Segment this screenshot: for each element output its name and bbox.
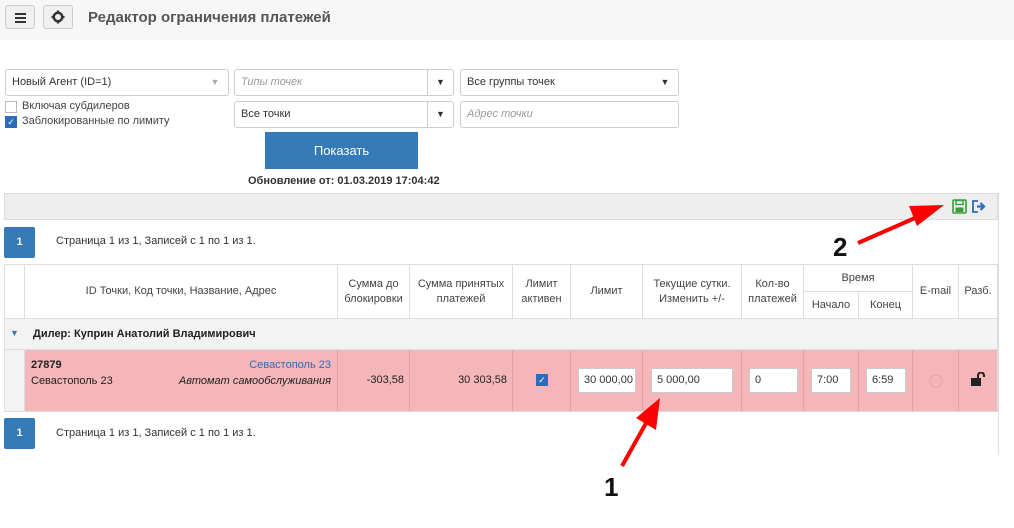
unlock-icon[interactable] [970, 372, 988, 386]
sum-before-block: -303,58 [366, 374, 404, 386]
settings-button[interactable] [43, 5, 73, 29]
include-subdealers-checkbox[interactable] [5, 101, 17, 113]
column-header-time-start[interactable]: Начало [804, 292, 859, 319]
column-header-time-end[interactable]: Конец [859, 292, 913, 319]
email-icon[interactable] [929, 374, 943, 388]
column-header-unlock[interactable]: Разб. [959, 265, 997, 319]
point-types-placeholder: Типы точек [241, 76, 303, 88]
limits-table: ID Точки, Код точки, Название, Адрес Сум… [4, 264, 998, 412]
points-value: Все точки [241, 108, 291, 120]
sum-accepted: 30 303,58 [458, 374, 507, 386]
column-header-limit-active[interactable]: Лимит активен [513, 265, 571, 319]
show-button[interactable]: Показать [265, 132, 418, 169]
point-type: Автомат самообслуживания [178, 375, 331, 387]
agent-select[interactable]: Новый Агент (ID=1) ▼ [5, 69, 229, 96]
time-start-input[interactable]: 7:00 [811, 368, 851, 393]
page-button-1-bottom[interactable]: 1 [4, 418, 35, 449]
points-select[interactable]: Все точки ▼ [234, 101, 454, 128]
blocked-by-limit-label: Заблокированные по лимиту [22, 115, 170, 127]
pager-info-bottom: Страница 1 из 1, Записей с 1 по 1 из 1. [56, 427, 256, 439]
grid-toolbar [4, 193, 998, 220]
column-header-current-day[interactable]: Текущие сутки. Изменить +/- [643, 265, 742, 319]
chevron-down-icon: ▼ [427, 70, 453, 95]
page-button-1[interactable]: 1 [4, 227, 35, 258]
header-bar: Редактор ограничения платежей [0, 0, 1014, 40]
menu-button[interactable] [5, 5, 35, 29]
limit-input[interactable]: 30 000,00 [578, 368, 636, 393]
point-city: Севастополь 23 [31, 375, 113, 387]
group-row[interactable]: ▼ Дилер: Куприн Анатолий Владимирович [5, 319, 997, 350]
expand-column-header [5, 265, 25, 319]
address-input[interactable]: Адрес точки [460, 101, 679, 128]
pager-info: Страница 1 из 1, Записей с 1 по 1 из 1. [56, 235, 256, 247]
chevron-down-icon: ▼ [210, 77, 220, 87]
column-header-time: Время [804, 265, 913, 292]
chevron-down-icon: ▼ [427, 102, 453, 127]
limit-active-checkbox[interactable]: ✓ [536, 374, 548, 386]
address-placeholder: Адрес точки [467, 108, 533, 120]
annotation-label-1: 1 [604, 472, 619, 502]
agent-select-value: Новый Агент (ID=1) [12, 76, 112, 88]
point-id: 27879 [31, 359, 62, 371]
point-link[interactable]: Севастополь 23 [249, 359, 331, 371]
page-title: Редактор ограничения платежей [88, 9, 331, 26]
table-row: 27879 Севастополь 23 Севастополь 23 Авто… [5, 350, 997, 411]
grid-right-border [998, 193, 999, 455]
expand-icon[interactable]: ▼ [10, 328, 19, 338]
column-header-payments-count[interactable]: Кол-во платежей [742, 265, 804, 319]
gear-icon [51, 10, 65, 24]
check-icon: ✓ [538, 375, 546, 385]
group-label: Дилер: Куприн Анатолий Владимирович [33, 328, 256, 340]
annotation-label-2: 2 [833, 232, 848, 262]
update-timestamp: Обновление от: 01.03.2019 17:04:42 [248, 175, 440, 187]
column-header-sum-before-block[interactable]: Сумма до блокировки [338, 265, 410, 319]
blocked-by-limit-checkbox[interactable]: ✓ [5, 116, 17, 128]
chevron-down-icon: ▼ [660, 77, 670, 87]
time-end-input[interactable]: 6:59 [866, 368, 906, 393]
payments-count-input[interactable]: 0 [749, 368, 798, 393]
include-subdealers-label: Включая субдилеров [22, 100, 130, 112]
point-groups-select[interactable]: Все группы точек ▼ [460, 69, 679, 96]
save-icon[interactable] [952, 199, 967, 214]
column-header-limit[interactable]: Лимит [571, 265, 643, 319]
point-groups-value: Все группы точек [467, 76, 555, 88]
export-icon[interactable] [971, 199, 988, 214]
column-header-id[interactable]: ID Точки, Код точки, Название, Адрес [25, 265, 338, 319]
point-types-select[interactable]: Типы точек ▼ [234, 69, 454, 96]
column-header-sum-accepted[interactable]: Сумма принятых платежей [410, 265, 513, 319]
current-day-input[interactable]: 5 000,00 [651, 368, 733, 393]
column-header-email[interactable]: E-mail [913, 265, 959, 319]
check-icon: ✓ [7, 117, 15, 127]
